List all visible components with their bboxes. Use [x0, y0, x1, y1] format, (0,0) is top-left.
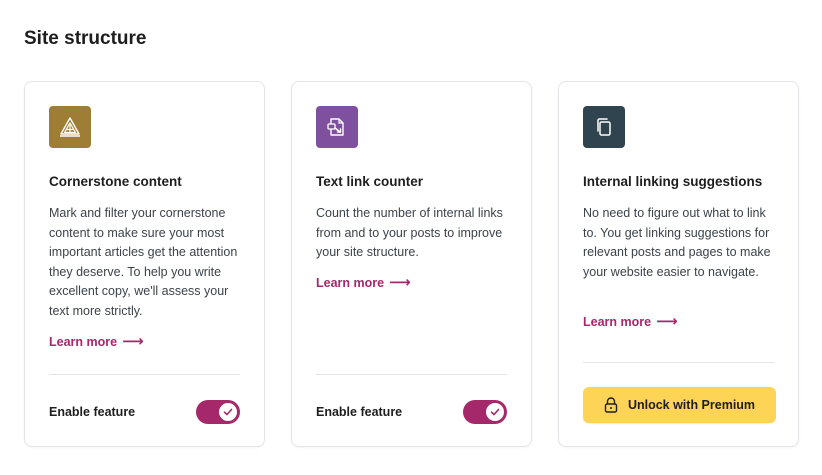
arrow-right-icon: ⟶: [389, 274, 411, 291]
divider: [49, 374, 240, 375]
divider: [583, 362, 774, 363]
learn-more-label: Learn more: [316, 275, 385, 290]
enable-feature-label: Enable feature: [49, 405, 136, 419]
unlock-with-premium-button[interactable]: Unlock with Premium: [583, 387, 776, 423]
divider: [316, 374, 507, 375]
copy-documents-icon: [583, 106, 625, 148]
card-description: Mark and filter your cornerstone content…: [49, 206, 238, 318]
section-title: Site structure: [24, 28, 147, 49]
checkmark-icon: [223, 408, 233, 416]
card-description: Count the number of internal links from …: [316, 206, 503, 259]
learn-more-link[interactable]: Learn more ⟶: [583, 314, 678, 329]
learn-more-label: Learn more: [49, 334, 118, 349]
lock-icon: [604, 397, 618, 413]
card-title: Cornerstone content: [49, 174, 182, 189]
text-link-counter-card: Text link counter Count the number of in…: [291, 81, 532, 447]
feature-toggle-row: Enable feature: [316, 400, 507, 424]
feature-toggle-row: Enable feature: [49, 400, 240, 424]
learn-more-link[interactable]: Learn more ⟶: [316, 275, 411, 290]
card-title: Internal linking suggestions: [583, 174, 763, 189]
enable-feature-label: Enable feature: [316, 405, 403, 419]
checkmark-icon: [490, 408, 500, 416]
cornerstone-content-card: Cornerstone content Mark and filter your…: [24, 81, 265, 447]
pyramid-icon: [49, 106, 91, 148]
card-title: Text link counter: [316, 174, 424, 189]
toggle-knob: [219, 403, 237, 421]
learn-more-link[interactable]: Learn more ⟶: [49, 334, 144, 349]
link-document-icon: [316, 106, 358, 148]
unlock-with-premium-label: Unlock with Premium: [627, 398, 756, 412]
enable-feature-toggle[interactable]: [463, 400, 507, 424]
card-description: No need to figure out what to link to. Y…: [583, 206, 771, 279]
toggle-knob: [486, 403, 504, 421]
arrow-right-icon: ⟶: [656, 313, 678, 330]
arrow-right-icon: ⟶: [122, 333, 144, 350]
learn-more-label: Learn more: [583, 314, 652, 329]
enable-feature-toggle[interactable]: [196, 400, 240, 424]
internal-linking-suggestions-card: Internal linking suggestions No need to …: [558, 81, 799, 447]
